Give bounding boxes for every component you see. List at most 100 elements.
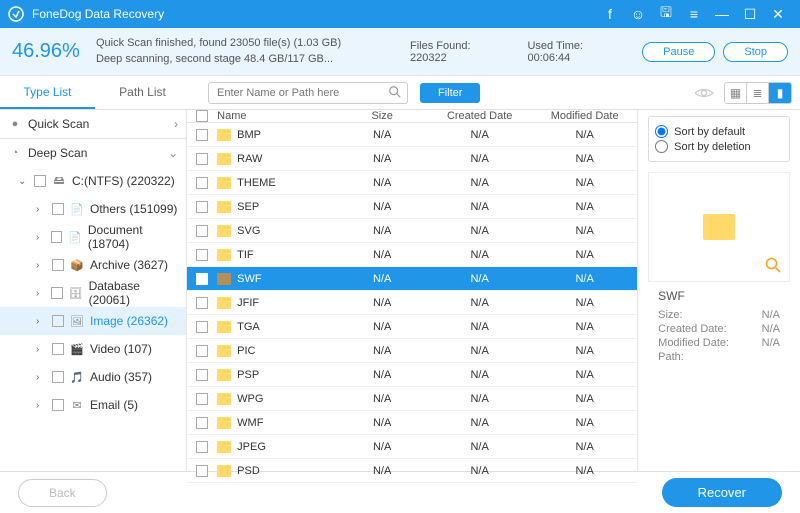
checkbox[interactable]	[196, 129, 208, 141]
checkbox-all[interactable]	[196, 110, 208, 122]
back-button[interactable]: Back	[18, 479, 107, 507]
table-row[interactable]: JFIFN/AN/AN/A	[187, 291, 637, 315]
row-created: N/A	[427, 201, 532, 213]
facebook-icon[interactable]: f	[596, 0, 624, 28]
table-row[interactable]: BMPN/AN/AN/A	[187, 123, 637, 147]
checkbox[interactable]	[52, 315, 64, 327]
row-size: N/A	[337, 393, 427, 405]
view-detail-icon[interactable]: ▮	[769, 83, 791, 103]
sidebar-item-image[interactable]: ›🖼Image (26362)	[0, 307, 186, 335]
row-name: TIF	[237, 249, 254, 261]
checkbox[interactable]	[52, 371, 64, 383]
col-name[interactable]: Name	[217, 110, 337, 122]
table-header: Name Size Created Date Modified Date	[187, 110, 637, 123]
sidebar-item-email[interactable]: ›✉Email (5)	[0, 391, 186, 419]
row-name: TGA	[237, 321, 260, 333]
checkbox[interactable]	[196, 153, 208, 165]
tab-type-list[interactable]: Type List	[0, 76, 95, 109]
sidebar-item-video[interactable]: ›🎬Video (107)	[0, 335, 186, 363]
row-created: N/A	[427, 345, 532, 357]
table-row[interactable]: PICN/AN/AN/A	[187, 339, 637, 363]
sort-default[interactable]: Sort by default	[655, 125, 783, 138]
recover-button[interactable]: Recover	[662, 478, 782, 507]
table-row[interactable]: JPEGN/AN/AN/A	[187, 435, 637, 459]
filter-button[interactable]: Filter	[420, 83, 480, 103]
sidebar-item-audio[interactable]: ›🎵Audio (357)	[0, 363, 186, 391]
chevron-down-icon: ⌄	[168, 146, 178, 160]
checkbox[interactable]	[196, 177, 208, 189]
pause-button[interactable]: Pause	[642, 42, 715, 62]
checkbox[interactable]	[52, 399, 64, 411]
save-icon[interactable]: 🖫	[652, 0, 680, 28]
table-row[interactable]: SEPN/AN/AN/A	[187, 195, 637, 219]
view-grid-icon[interactable]: ▦	[725, 83, 747, 103]
view-list-icon[interactable]: ≣	[747, 83, 769, 103]
col-modified[interactable]: Modified Date	[532, 110, 637, 122]
menu-icon[interactable]: ≡	[680, 0, 708, 28]
checkbox[interactable]	[196, 249, 208, 261]
table-row[interactable]: SWFN/AN/AN/A	[187, 267, 637, 291]
chevron-right-icon: ›	[36, 288, 45, 299]
checkbox[interactable]	[52, 343, 64, 355]
checkbox[interactable]	[196, 441, 208, 453]
checkbox[interactable]	[52, 259, 64, 271]
checkbox[interactable]	[51, 287, 62, 299]
checkbox[interactable]	[196, 225, 208, 237]
checkbox[interactable]	[196, 417, 208, 429]
checkbox[interactable]	[34, 175, 46, 187]
checkbox[interactable]	[196, 321, 208, 333]
table-row[interactable]: TGAN/AN/AN/A	[187, 315, 637, 339]
scan-info: Quick Scan finished, found 23050 file(s)…	[96, 36, 396, 67]
preview-name: SWF	[648, 288, 790, 304]
tab-path-list[interactable]: Path List	[95, 76, 190, 109]
close-icon[interactable]: ✕	[764, 0, 792, 28]
sidebar-item-database[interactable]: ›🗄Database (20061)	[0, 279, 186, 307]
sidebar-item-others[interactable]: ›📄Others (151099)	[0, 195, 186, 223]
sort-deletion-radio[interactable]	[655, 140, 668, 153]
table-row[interactable]: THEMEN/AN/AN/A	[187, 171, 637, 195]
checkbox[interactable]	[196, 393, 208, 405]
row-name: WPG	[237, 393, 263, 405]
check-circle-icon: ●	[8, 117, 22, 131]
table-row[interactable]: WPGN/AN/AN/A	[187, 387, 637, 411]
row-modified: N/A	[532, 177, 637, 189]
eye-icon[interactable]	[694, 86, 714, 100]
checkbox[interactable]	[196, 201, 208, 213]
col-created[interactable]: Created Date	[427, 110, 532, 122]
preview-cd-label: Created Date:	[658, 323, 726, 335]
table-row[interactable]: RAWN/AN/AN/A	[187, 147, 637, 171]
magnify-icon[interactable]	[765, 257, 781, 273]
checkbox[interactable]	[196, 273, 208, 285]
sidebar-item-document[interactable]: ›📄Document (18704)	[0, 223, 186, 251]
sort-deletion[interactable]: Sort by deletion	[655, 140, 783, 153]
checkbox[interactable]	[196, 369, 208, 381]
status-bar: 46.96% Quick Scan finished, found 23050 …	[0, 28, 800, 76]
checkbox[interactable]	[52, 203, 64, 215]
col-size[interactable]: Size	[337, 110, 427, 122]
checkbox[interactable]	[51, 231, 62, 243]
sidebar-deep-scan[interactable]: ◔ Deep Scan ⌄	[0, 139, 186, 167]
minimize-icon[interactable]: —	[708, 0, 736, 28]
table-row[interactable]: SVGN/AN/AN/A	[187, 219, 637, 243]
feedback-icon[interactable]: ☺	[624, 0, 652, 28]
sidebar-quick-scan[interactable]: ● Quick Scan ›	[0, 110, 186, 138]
table-row[interactable]: PSPN/AN/AN/A	[187, 363, 637, 387]
sidebar-item-label: Video (107)	[90, 342, 152, 356]
chevron-right-icon: ›	[36, 400, 46, 411]
table-row[interactable]: PSDN/AN/AN/A	[187, 459, 637, 483]
sidebar-drive[interactable]: ⌄ 🖴 C:(NTFS) (220322)	[0, 167, 186, 195]
row-name: JFIF	[237, 297, 259, 309]
maximize-icon[interactable]: ☐	[736, 0, 764, 28]
row-modified: N/A	[532, 393, 637, 405]
search-icon[interactable]	[388, 85, 402, 99]
checkbox[interactable]	[196, 465, 208, 477]
search-input[interactable]	[208, 82, 408, 104]
sidebar-item-archive[interactable]: ›📦Archive (3627)	[0, 251, 186, 279]
table-row[interactable]: WMFN/AN/AN/A	[187, 411, 637, 435]
sort-default-radio[interactable]	[655, 125, 668, 138]
checkbox[interactable]	[196, 297, 208, 309]
stop-button[interactable]: Stop	[723, 42, 788, 62]
chevron-right-icon: ›	[36, 372, 46, 383]
table-row[interactable]: TIFN/AN/AN/A	[187, 243, 637, 267]
checkbox[interactable]	[196, 345, 208, 357]
